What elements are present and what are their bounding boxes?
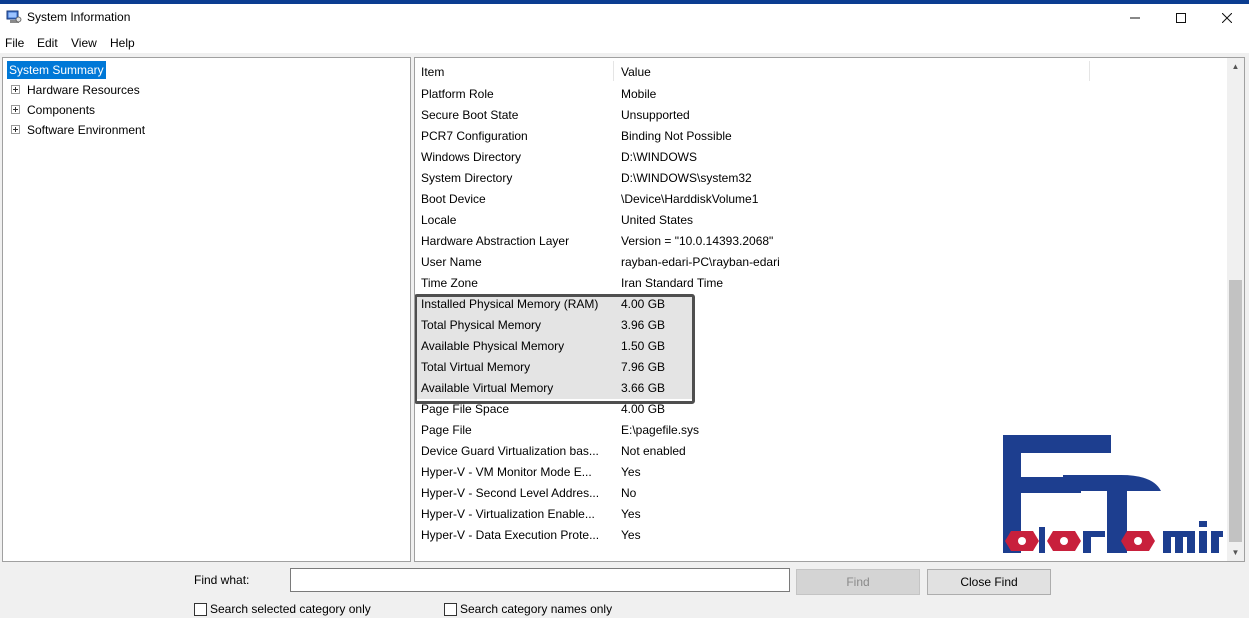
search-selected-category-checkbox[interactable] <box>194 602 207 616</box>
table-row-item[interactable]: Hyper-V - Second Level Addres... <box>421 483 613 504</box>
category-tree[interactable]: System Summary Hardware Resources Compon… <box>2 57 411 562</box>
table-row-value[interactable]: United States <box>621 210 1081 231</box>
table-row-item[interactable]: Hyper-V - Virtualization Enable... <box>421 504 613 525</box>
table-row-item[interactable]: Secure Boot State <box>421 105 613 126</box>
scroll-thumb[interactable] <box>1229 280 1242 542</box>
table-row-item[interactable]: Hardware Abstraction Layer <box>421 231 613 252</box>
tree-item-hardware-resources[interactable]: Hardware Resources <box>27 81 140 99</box>
table-row-value[interactable]: Unsupported <box>621 105 1081 126</box>
scroll-up-icon[interactable]: ▲ <box>1227 58 1244 75</box>
table-row-item[interactable]: Hyper-V - VM Monitor Mode E... <box>421 462 613 483</box>
table-row-item[interactable]: Boot Device <box>421 189 613 210</box>
table-row-value[interactable]: D:\WINDOWS <box>621 147 1081 168</box>
table-row-item[interactable]: Time Zone <box>421 273 613 294</box>
menu-edit[interactable]: Edit <box>37 36 58 50</box>
search-category-names-option[interactable]: Search category names only <box>444 601 612 617</box>
expand-components-icon[interactable] <box>11 105 20 114</box>
table-row-item[interactable]: Platform Role <box>421 84 613 105</box>
table-row-value[interactable]: Binding Not Possible <box>621 126 1081 147</box>
table-row-item[interactable]: Page File <box>421 420 613 441</box>
title-bar: System Information <box>0 0 1249 32</box>
table-row-item[interactable]: Hyper-V - Data Execution Prote... <box>421 525 613 546</box>
maximize-icon[interactable] <box>1158 4 1204 32</box>
close-icon[interactable] <box>1204 4 1249 32</box>
table-row-item[interactable]: Locale <box>421 210 613 231</box>
find-what-label: Find what: <box>194 573 250 587</box>
menu-bar: File Edit View Help <box>0 32 1249 53</box>
table-row-value[interactable]: Version = "10.0.14393.2068" <box>621 231 1081 252</box>
menu-help[interactable]: Help <box>110 36 135 50</box>
column-header-value[interactable]: Value <box>621 65 651 79</box>
table-row-value[interactable]: Mobile <box>621 84 1081 105</box>
vertical-scrollbar[interactable]: ▲ ▼ <box>1227 58 1244 561</box>
tree-item-software-environment[interactable]: Software Environment <box>27 121 145 139</box>
faratamir-logo <box>1003 435 1223 553</box>
find-button[interactable]: Find <box>796 569 920 595</box>
search-category-names-label: Search category names only <box>460 602 613 616</box>
search-selected-category-label: Search selected category only <box>210 602 371 616</box>
details-list[interactable]: Item Value Platform Role Mobile Secure Boo… <box>414 57 1245 562</box>
window-title: System Information <box>27 10 131 24</box>
find-what-input[interactable] <box>290 568 790 592</box>
table-row-value[interactable]: D:\WINDOWS\system32 <box>621 168 1081 189</box>
table-row-item[interactable]: Windows Directory <box>421 147 613 168</box>
table-row-item[interactable]: System Directory <box>421 168 613 189</box>
column-separator[interactable] <box>1089 61 1090 81</box>
column-separator[interactable] <box>613 61 614 81</box>
menu-file[interactable]: File <box>5 36 24 50</box>
table-row-value[interactable]: Iran Standard Time <box>621 273 1081 294</box>
table-row-value[interactable]: rayban-edari-PC\rayban-edari <box>621 252 1081 273</box>
tree-item-components[interactable]: Components <box>27 101 95 119</box>
table-row-value[interactable]: \Device\HarddiskVolume1 <box>621 189 1081 210</box>
table-row-item[interactable]: PCR7 Configuration <box>421 126 613 147</box>
memory-highlight-box <box>415 294 695 404</box>
expand-software-environment-icon[interactable] <box>11 125 20 134</box>
menu-view[interactable]: View <box>71 36 97 50</box>
search-category-names-checkbox[interactable] <box>444 602 457 616</box>
table-row-item[interactable]: Device Guard Virtualization bas... <box>421 441 613 462</box>
search-selected-category-option[interactable]: Search selected category only <box>194 601 371 617</box>
expand-hardware-resources-icon[interactable] <box>11 85 20 94</box>
tree-item-system-summary[interactable]: System Summary <box>7 61 106 79</box>
minimize-icon[interactable] <box>1112 4 1158 32</box>
scroll-down-icon[interactable]: ▼ <box>1227 544 1244 561</box>
system-information-icon <box>6 10 22 23</box>
table-row-item[interactable]: User Name <box>421 252 613 273</box>
close-find-button[interactable]: Close Find <box>927 569 1051 595</box>
column-header-item[interactable]: Item <box>421 65 444 79</box>
